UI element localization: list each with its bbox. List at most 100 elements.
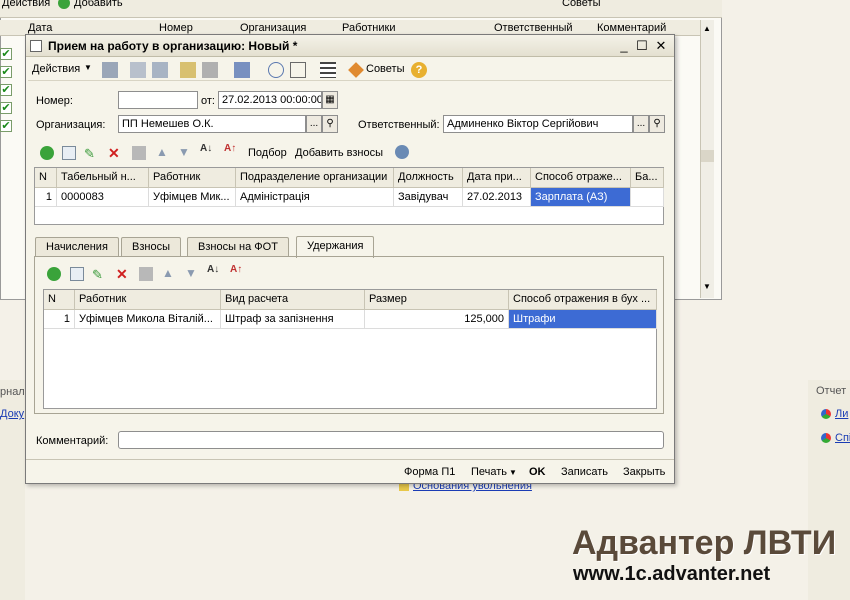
structure-icon[interactable] [320,62,336,78]
col-calc-type[interactable]: Вид расчета [221,290,365,310]
sort-desc-icon[interactable]: A↑ [224,143,236,154]
bg-col-org[interactable]: Организация [240,22,306,34]
edit-row-icon[interactable]: ✎ [92,267,103,283]
scroll-down-icon[interactable]: ▼ [703,282,711,291]
maximize-icon[interactable]: ☐ [634,38,650,54]
bg-col-number[interactable]: Номер [159,22,193,34]
help-icon[interactable]: ? [411,62,427,78]
save-button[interactable]: Записать [561,466,608,478]
col-accounting-method[interactable]: Способ отражения в бух ... [509,290,657,310]
table-row-cell[interactable]: 1 [35,188,57,207]
col-tab-number[interactable]: Табельный н... [57,168,149,188]
pick-button[interactable]: Подбор [248,147,287,159]
col-department[interactable]: Подразделение организации [236,168,394,188]
sort-desc-icon[interactable]: A↑ [230,264,242,275]
scroll-thumb[interactable] [701,150,714,162]
copy-row-icon[interactable] [70,267,84,281]
post-icon[interactable] [130,62,146,78]
table-row-cell[interactable]: 1 [44,310,75,329]
add-row-icon[interactable] [47,267,61,281]
col-hire-date[interactable]: Дата при... [463,168,531,188]
table-row-cell[interactable]: Зарплата (АЗ) [531,188,631,207]
tab-payroll-contributions[interactable]: Взносы на ФОТ [187,237,289,257]
org-input[interactable]: ПП Немешев О.К. [118,115,306,133]
minimize-icon[interactable]: _ [616,38,632,54]
chevron-down-icon[interactable]: ▼ [84,63,92,72]
right-panel-link-1[interactable]: Ли [835,408,848,420]
table-row-cell[interactable]: Штрафи [509,310,657,329]
resp-input[interactable]: Админенко Віктор Сергійович [443,115,633,133]
delete-row-icon[interactable]: ✕ [116,266,128,283]
table-row-cell[interactable]: 0000083 [57,188,149,207]
scroll-up-icon[interactable]: ▲ [703,24,711,33]
based-on-icon[interactable] [234,62,250,78]
table-row-cell[interactable]: Адміністрація [236,188,394,207]
calendar-icon[interactable]: ▦ [322,91,338,109]
move-up-icon[interactable]: ▲ [156,145,168,159]
copy-doc-icon[interactable] [202,62,218,78]
col-reflection-method[interactable]: Способ отраже... [531,168,631,188]
deductions-grid[interactable]: N Работник Вид расчета Размер Способ отр… [43,289,657,409]
table-row-cell[interactable]: Завідувач [394,188,463,207]
col-base[interactable]: Ба... [631,168,664,188]
left-panel-link[interactable]: Доку [0,408,24,420]
col-worker[interactable]: Работник [75,290,221,310]
end-edit-icon[interactable] [139,267,153,281]
bg-tips-button[interactable]: Советы [562,0,600,9]
sort-asc-icon[interactable]: A↓ [200,143,212,154]
end-edit-icon[interactable] [132,146,146,160]
ok-button[interactable]: OK [529,466,546,478]
tab-deductions[interactable]: Удержания [296,236,375,258]
actions-menu[interactable]: Действия [32,63,80,75]
right-panel-link-2[interactable]: Спі [835,432,850,444]
search-icon[interactable]: ⚲ [649,115,665,133]
print-button[interactable]: Печать [471,466,507,478]
number-input[interactable] [118,91,198,109]
tab-contributions[interactable]: Взносы [121,237,181,257]
report-list-icon[interactable] [290,62,306,78]
bg-col-date[interactable]: Дата [28,22,52,34]
bg-add-icon[interactable] [58,0,70,9]
delete-row-icon[interactable]: ✕ [108,145,120,162]
add-row-icon[interactable] [40,146,54,160]
tab-accruals[interactable]: Начисления [35,237,119,257]
sort-asc-icon[interactable]: A↓ [207,264,219,275]
table-row-cell[interactable]: Уфімцев Микола Віталій... [75,310,221,329]
table-row-cell[interactable]: Уфімцев Мик... [149,188,236,207]
close-button[interactable]: Закрыть [623,466,665,478]
tips-button[interactable]: Советы [366,63,404,75]
close-icon[interactable]: ✕ [653,38,669,54]
date-input[interactable]: 27.02.2013 00:00:00 [218,91,322,109]
bg-col-comment[interactable]: Комментарий [597,22,666,34]
bg-vertical-scrollbar[interactable]: ▲ ▼ [700,20,714,298]
save-icon[interactable] [102,62,118,78]
employees-grid[interactable]: N Табельный н... Работник Подразделение … [34,167,664,225]
bg-col-resp[interactable]: Ответственный [494,22,573,34]
add-contributions-button[interactable]: Добавить взносы [295,147,383,159]
move-down-icon[interactable]: ▼ [178,145,190,159]
move-down-icon[interactable]: ▼ [185,266,197,280]
move-up-icon[interactable]: ▲ [162,266,174,280]
search-icon[interactable] [268,62,284,78]
bg-add-button[interactable]: Добавить [74,0,123,9]
col-position[interactable]: Должность [394,168,463,188]
chevron-down-icon[interactable]: ▼ [509,468,517,477]
edit-row-icon[interactable]: ✎ [84,146,95,162]
edit-doc-icon[interactable] [180,62,196,78]
bg-col-workers[interactable]: Работники [342,22,395,34]
col-worker[interactable]: Работник [149,168,236,188]
form-p1-button[interactable]: Форма П1 [404,466,455,478]
bg-actions-menu[interactable]: Действия [2,0,50,9]
table-row-cell[interactable]: 27.02.2013 [463,188,531,207]
col-n[interactable]: N [35,168,57,188]
resp-select-button[interactable]: ... [633,115,649,133]
col-amount[interactable]: Размер [365,290,509,310]
comment-input[interactable] [118,431,664,449]
copy-row-icon[interactable] [62,146,76,160]
table-row-cell[interactable]: Штраф за запізнення [221,310,365,329]
table-row-cell[interactable] [631,188,664,207]
users-icon[interactable] [395,145,409,159]
unpost-icon[interactable] [152,62,168,78]
org-select-button[interactable]: ... [306,115,322,133]
search-icon[interactable]: ⚲ [322,115,338,133]
